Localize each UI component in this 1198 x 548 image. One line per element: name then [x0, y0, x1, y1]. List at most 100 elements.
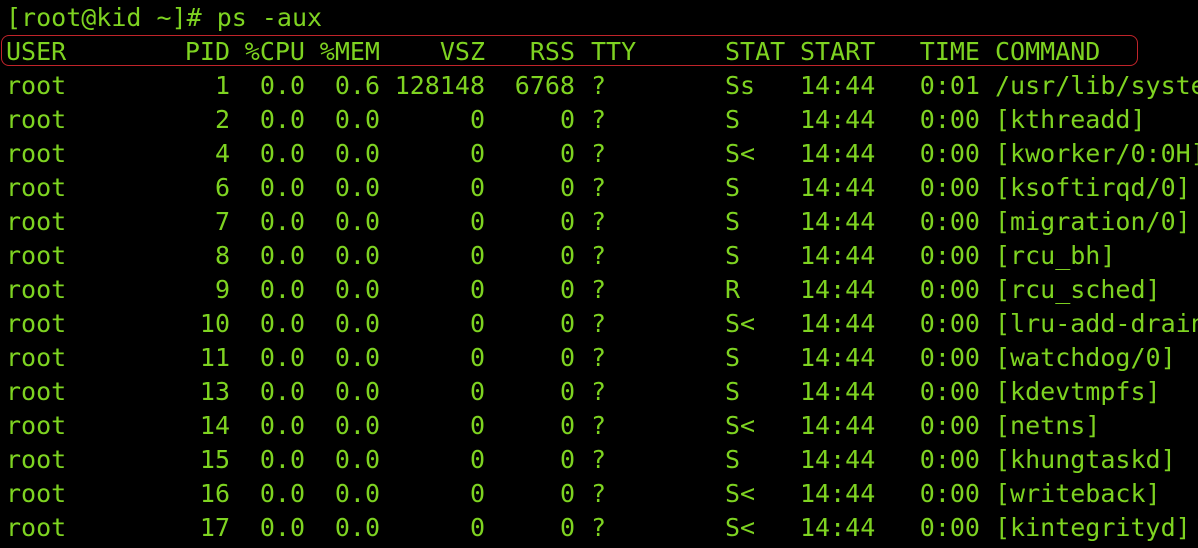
cell-user: root: [6, 173, 67, 202]
cell-user: root: [6, 377, 67, 406]
cell-pid: 16: [199, 479, 230, 508]
cell-vsz: 0: [469, 377, 485, 406]
cell-stat: S: [725, 445, 741, 474]
cell-command: [lru-add-drain: [995, 309, 1198, 338]
header-time: TIME: [919, 37, 980, 66]
cell-rss: 0: [559, 343, 575, 372]
cell-command: [migration/0]: [995, 207, 1191, 236]
cell-tty: ?: [591, 139, 607, 168]
cell-vsz: 0: [469, 207, 485, 236]
cell-cpu: 0.0: [259, 275, 305, 304]
table-row: root 2 0.0 0.0 0 0? S 14:44 0:00 [kthreadd]: [0, 103, 1198, 137]
table-row: root 7 0.0 0.0 0 0? S 14:44 0:00 [migration/0]: [0, 205, 1198, 239]
cell-user: root: [6, 513, 67, 542]
cell-mem: 0.0: [334, 105, 380, 134]
cell-rss: 0: [559, 513, 575, 542]
cell-command: [watchdog/0]: [995, 343, 1176, 372]
cell-time: 0:00: [919, 139, 980, 168]
cell-mem: 0.0: [334, 139, 380, 168]
cell-pid: 11: [199, 343, 230, 372]
table-row: root 13 0.0 0.0 0 0? S 14:44 0:00 [kdevtmpfs]: [0, 375, 1198, 409]
table-row: root 15 0.0 0.0 0 0? S 14:44 0:00 [khungtaskd]: [0, 443, 1198, 477]
cell-pid: 1: [214, 71, 230, 100]
cell-pid: 17: [199, 513, 230, 542]
table-row: root 8 0.0 0.0 0 0? S 14:44 0:00 [rcu_bh]: [0, 239, 1198, 273]
cell-command: /usr/lib/syste: [995, 71, 1198, 100]
cell-pid: 14: [199, 411, 230, 440]
cell-mem: 0.0: [334, 275, 380, 304]
cell-vsz: 0: [469, 173, 485, 202]
cell-cpu: 0.0: [259, 173, 305, 202]
cell-command: [kintegrityd]: [995, 513, 1191, 542]
table-row: root 9 0.0 0.0 0 0? R 14:44 0:00 [rcu_sched]: [0, 273, 1198, 307]
shell-prompt-line: [root@kid ~]# ps -aux: [6, 3, 323, 32]
cell-pid: 15: [199, 445, 230, 474]
cell-vsz: 0: [469, 241, 485, 270]
cell-vsz: 0: [469, 309, 485, 338]
cell-vsz: 0: [469, 445, 485, 474]
cell-stat: S: [725, 105, 741, 134]
cell-command: [ksoftirqd/0]: [995, 173, 1191, 202]
cell-vsz: 0: [469, 343, 485, 372]
cell-user: root: [6, 71, 67, 100]
cell-user: root: [6, 309, 67, 338]
cell-cpu: 0.0: [259, 139, 305, 168]
cell-rss: 0: [559, 445, 575, 474]
cell-stat: S: [725, 377, 741, 406]
cell-start: 14:44: [800, 377, 876, 406]
table-row: root 4 0.0 0.0 0 0? S< 14:44 0:00 [kworker/0:0H]: [0, 137, 1198, 171]
cell-tty: ?: [591, 479, 607, 508]
cell-cpu: 0.0: [259, 445, 305, 474]
cell-rss: 6768: [514, 71, 575, 100]
cell-start: 14:44: [800, 71, 876, 100]
cell-rss: 0: [559, 105, 575, 134]
cell-tty: ?: [591, 105, 607, 134]
terminal-window[interactable]: [root@kid ~]# ps -aux USER PID %CPU %MEM…: [0, 0, 1198, 548]
cell-pid: 8: [214, 241, 230, 270]
cell-time: 0:00: [919, 173, 980, 202]
cell-stat: S<: [725, 513, 756, 542]
cell-pid: 13: [199, 377, 230, 406]
cell-command: [netns]: [995, 411, 1101, 440]
cell-pid: 4: [214, 139, 230, 168]
cell-start: 14:44: [800, 479, 876, 508]
cell-vsz: 128148: [394, 71, 485, 100]
cell-tty: ?: [591, 241, 607, 270]
cell-user: root: [6, 479, 67, 508]
table-row: root 11 0.0 0.0 0 0? S 14:44 0:00 [watchdog/0]: [0, 341, 1198, 375]
cell-start: 14:44: [800, 241, 876, 270]
cell-start: 14:44: [800, 139, 876, 168]
cell-vsz: 0: [469, 275, 485, 304]
cell-time: 0:00: [919, 207, 980, 236]
cell-mem: 0.0: [334, 479, 380, 508]
cell-start: 14:44: [800, 343, 876, 372]
cell-pid: 6: [214, 173, 230, 202]
cell-mem: 0.0: [334, 207, 380, 236]
cell-tty: ?: [591, 513, 607, 542]
cell-mem: 0.0: [334, 513, 380, 542]
table-row: root 16 0.0 0.0 0 0? S< 14:44 0:00 [writeback]: [0, 477, 1198, 511]
cell-cpu: 0.0: [259, 479, 305, 508]
cell-start: 14:44: [800, 275, 876, 304]
cell-cpu: 0.0: [259, 309, 305, 338]
cell-stat: S: [725, 207, 741, 236]
cell-rss: 0: [559, 309, 575, 338]
cell-rss: 0: [559, 207, 575, 236]
cell-user: root: [6, 445, 67, 474]
cell-start: 14:44: [800, 513, 876, 542]
cell-user: root: [6, 343, 67, 372]
cell-start: 14:44: [800, 207, 876, 236]
cell-mem: 0.0: [334, 343, 380, 372]
cell-rss: 0: [559, 241, 575, 270]
cell-pid: 10: [199, 309, 230, 338]
cell-vsz: 0: [469, 479, 485, 508]
cell-tty: ?: [591, 275, 607, 304]
cell-stat: S<: [725, 411, 756, 440]
cell-start: 14:44: [800, 445, 876, 474]
cell-start: 14:44: [800, 105, 876, 134]
header-start: START: [800, 37, 876, 66]
cell-start: 14:44: [800, 173, 876, 202]
cell-mem: 0.0: [334, 309, 380, 338]
cell-command: [rcu_bh]: [995, 241, 1116, 270]
cell-tty: ?: [591, 343, 607, 372]
